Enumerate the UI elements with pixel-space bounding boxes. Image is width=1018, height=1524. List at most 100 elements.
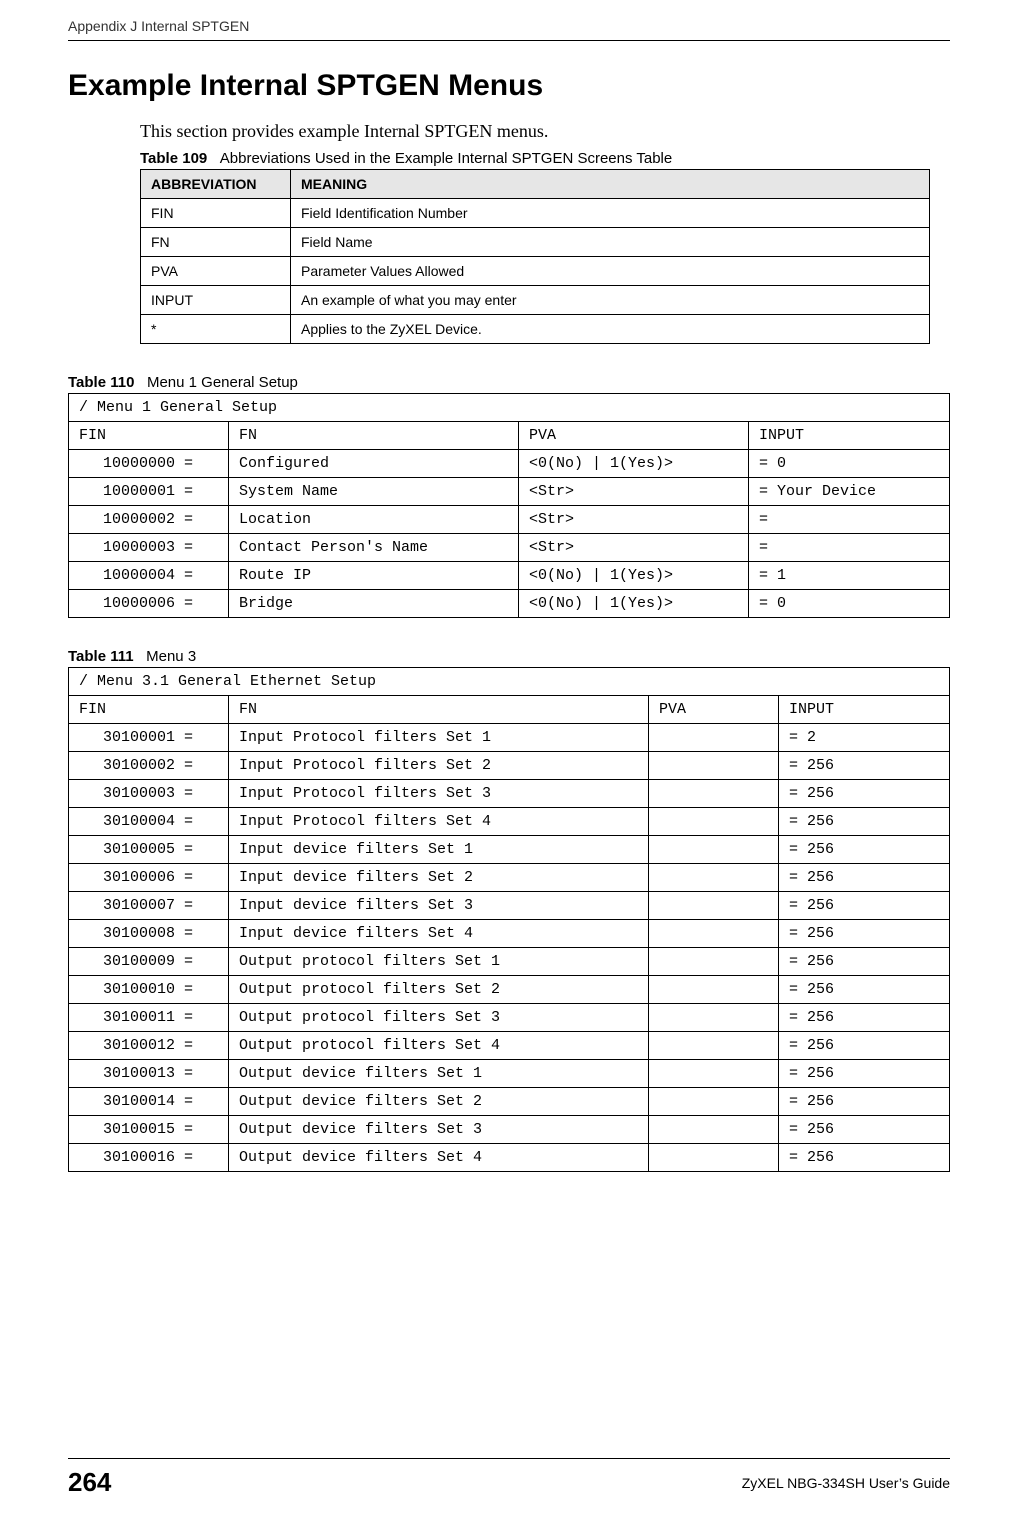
- table-110-prefix: Table 110: [68, 374, 134, 391]
- table-cell: INPUT: [141, 286, 291, 315]
- section-title: Example Internal SPTGEN Menus: [68, 69, 950, 103]
- table-cell: Configured: [229, 450, 519, 478]
- table-cell: [649, 808, 779, 836]
- table-cell: Location: [229, 506, 519, 534]
- table-cell: Field Name: [291, 228, 930, 257]
- table-109-caption: Table 109 Abbreviations Used in the Exam…: [140, 150, 950, 167]
- guide-name: ZyXEL NBG-334SH User’s Guide: [742, 1475, 950, 1491]
- table-cell: = 256: [779, 1060, 950, 1088]
- table-111-h1: FN: [229, 696, 649, 724]
- table-109-prefix: Table 109: [140, 150, 207, 167]
- table-row: 10000003 =Contact Person's Name<Str>=: [69, 534, 950, 562]
- table-cell: Input Protocol filters Set 3: [229, 780, 649, 808]
- table-cell: Applies to the ZyXEL Device.: [291, 315, 930, 344]
- table-cell: 30100016 =: [69, 1144, 229, 1172]
- table-cell: 10000004 =: [69, 562, 229, 590]
- table-109-text: Abbreviations Used in the Example Intern…: [220, 150, 672, 167]
- table-110-text: Menu 1 General Setup: [147, 374, 298, 391]
- table-row: 30100008 =Input device filters Set 4= 25…: [69, 920, 950, 948]
- table-cell: FN: [141, 228, 291, 257]
- table-cell: 30100012 =: [69, 1032, 229, 1060]
- table-cell: 30100006 =: [69, 864, 229, 892]
- table-row: FINField Identification Number: [141, 199, 930, 228]
- table-110-h0: FIN: [69, 422, 229, 450]
- table-row: INPUTAn example of what you may enter: [141, 286, 930, 315]
- table-111-text: Menu 3: [146, 648, 196, 665]
- table-110-menu-title-row: / Menu 1 General Setup: [69, 394, 950, 422]
- table-cell: [649, 892, 779, 920]
- table-109-header-row: ABBREVIATION MEANING: [141, 170, 930, 199]
- table-cell: <Str>: [519, 534, 749, 562]
- table-cell: Output protocol filters Set 3: [229, 1004, 649, 1032]
- table-cell: [649, 864, 779, 892]
- footer-row: 264 ZyXEL NBG-334SH User’s Guide: [68, 1467, 950, 1498]
- table-cell: 30100011 =: [69, 1004, 229, 1032]
- table-cell: = 0: [749, 450, 950, 478]
- table-row: 10000004 =Route IP<0(No) | 1(Yes)>= 1: [69, 562, 950, 590]
- table-111-menu-title-row: / Menu 3.1 General Ethernet Setup: [69, 668, 950, 696]
- table-cell: = 256: [779, 948, 950, 976]
- table-cell: [649, 948, 779, 976]
- table-cell: = 0: [749, 590, 950, 618]
- table-cell: = 1: [749, 562, 950, 590]
- table-row: 30100006 =Input device filters Set 2= 25…: [69, 864, 950, 892]
- table-111-h3: INPUT: [779, 696, 950, 724]
- table-row: 10000001 =System Name<Str>= Your Device: [69, 478, 950, 506]
- table-cell: [649, 1116, 779, 1144]
- table-111-col-headers: FIN FN PVA INPUT: [69, 696, 950, 724]
- table-cell: <0(No) | 1(Yes)>: [519, 562, 749, 590]
- table-cell: [649, 1088, 779, 1116]
- table-cell: = Your Device: [749, 478, 950, 506]
- table-cell: = 256: [779, 976, 950, 1004]
- table-111-h0: FIN: [69, 696, 229, 724]
- page-footer: 264 ZyXEL NBG-334SH User’s Guide: [0, 1458, 1018, 1498]
- table-cell: Input device filters Set 4: [229, 920, 649, 948]
- table-110-h3: INPUT: [749, 422, 950, 450]
- page-number: 264: [68, 1467, 111, 1498]
- table-cell: Output protocol filters Set 2: [229, 976, 649, 1004]
- table-cell: Contact Person's Name: [229, 534, 519, 562]
- table-cell: 10000003 =: [69, 534, 229, 562]
- table-cell: = 256: [779, 1032, 950, 1060]
- table-cell: Output device filters Set 1: [229, 1060, 649, 1088]
- table-row: 30100015 =Output device filters Set 3= 2…: [69, 1116, 950, 1144]
- table-110-caption: Table 110 Menu 1 General Setup: [68, 374, 950, 391]
- table-cell: PVA: [141, 257, 291, 286]
- table-cell: = 256: [779, 1088, 950, 1116]
- table-cell: Input device filters Set 1: [229, 836, 649, 864]
- table-row: 30100001 =Input Protocol filters Set 1= …: [69, 724, 950, 752]
- table-cell: [649, 752, 779, 780]
- table-110-h2: PVA: [519, 422, 749, 450]
- table-cell: System Name: [229, 478, 519, 506]
- table-cell: 30100003 =: [69, 780, 229, 808]
- table-row: 30100012 =Output protocol filters Set 4 =…: [69, 1032, 950, 1060]
- table-row: 30100004 =Input Protocol filters Set 4= …: [69, 808, 950, 836]
- table-row: 30100011 =Output protocol filters Set 3=…: [69, 1004, 950, 1032]
- table-cell: =: [749, 506, 950, 534]
- table-cell: = 256: [779, 1116, 950, 1144]
- table-cell: [649, 724, 779, 752]
- table-row: 30100013 =Output device filters Set 1= 2…: [69, 1060, 950, 1088]
- running-header: Appendix J Internal SPTGEN: [0, 0, 1018, 34]
- table-cell: 30100004 =: [69, 808, 229, 836]
- table-cell: <Str>: [519, 506, 749, 534]
- table-row: 30100003 =Input Protocol filters Set 3 = …: [69, 780, 950, 808]
- table-cell: Bridge: [229, 590, 519, 618]
- table-cell: <0(No) | 1(Yes)>: [519, 590, 749, 618]
- table-cell: = 2: [779, 724, 950, 752]
- table-row: 30100016 =Output device filters Set 4= 2…: [69, 1144, 950, 1172]
- table-row: 10000000 =Configured<0(No) | 1(Yes)>= 0: [69, 450, 950, 478]
- table-cell: Output protocol filters Set 4: [229, 1032, 649, 1060]
- table-cell: Parameter Values Allowed: [291, 257, 930, 286]
- table-cell: = 256: [779, 780, 950, 808]
- table-cell: 10000001 =: [69, 478, 229, 506]
- table-cell: <0(No) | 1(Yes)>: [519, 450, 749, 478]
- table-cell: Output device filters Set 3: [229, 1116, 649, 1144]
- table-row: 10000002 =Location<Str>=: [69, 506, 950, 534]
- table-row: PVAParameter Values Allowed: [141, 257, 930, 286]
- table-row: 30100002 =Input Protocol filters Set 2= …: [69, 752, 950, 780]
- table-row: 30100007 =Input device filters Set 3= 25…: [69, 892, 950, 920]
- table-110-h1: FN: [229, 422, 519, 450]
- table-cell: [649, 976, 779, 1004]
- table-row: *Applies to the ZyXEL Device.: [141, 315, 930, 344]
